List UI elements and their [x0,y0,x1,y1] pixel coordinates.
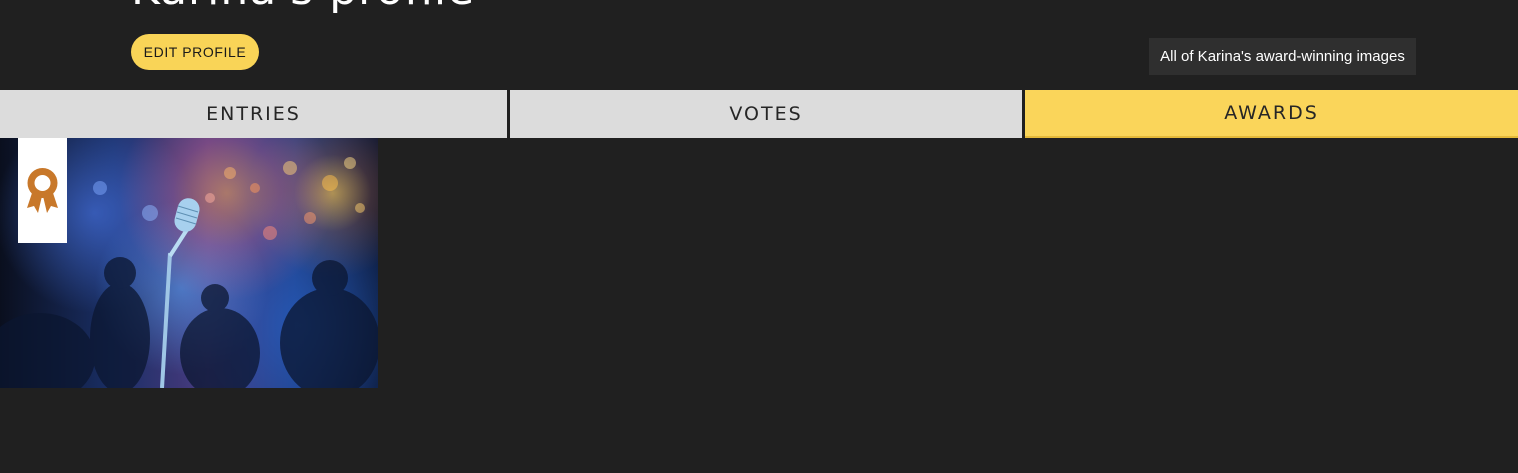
page-title: Karina's profile [131,0,475,15]
profile-tabs: ENTRIES VOTES AWARDS [0,90,1518,138]
edit-profile-button[interactable]: EDIT PROFILE [131,34,259,70]
award-image-card[interactable] [0,138,378,388]
award-ribbon-icon [27,168,58,213]
tab-awards[interactable]: AWARDS [1025,90,1518,138]
tab-entries[interactable]: ENTRIES [0,90,507,138]
tab-votes[interactable]: VOTES [510,90,1022,138]
awards-tooltip: All of Karina's award-winning images [1149,38,1416,75]
award-badge [18,138,67,243]
profile-page: Karina's profile EDIT PROFILE All of Kar… [0,0,1518,473]
